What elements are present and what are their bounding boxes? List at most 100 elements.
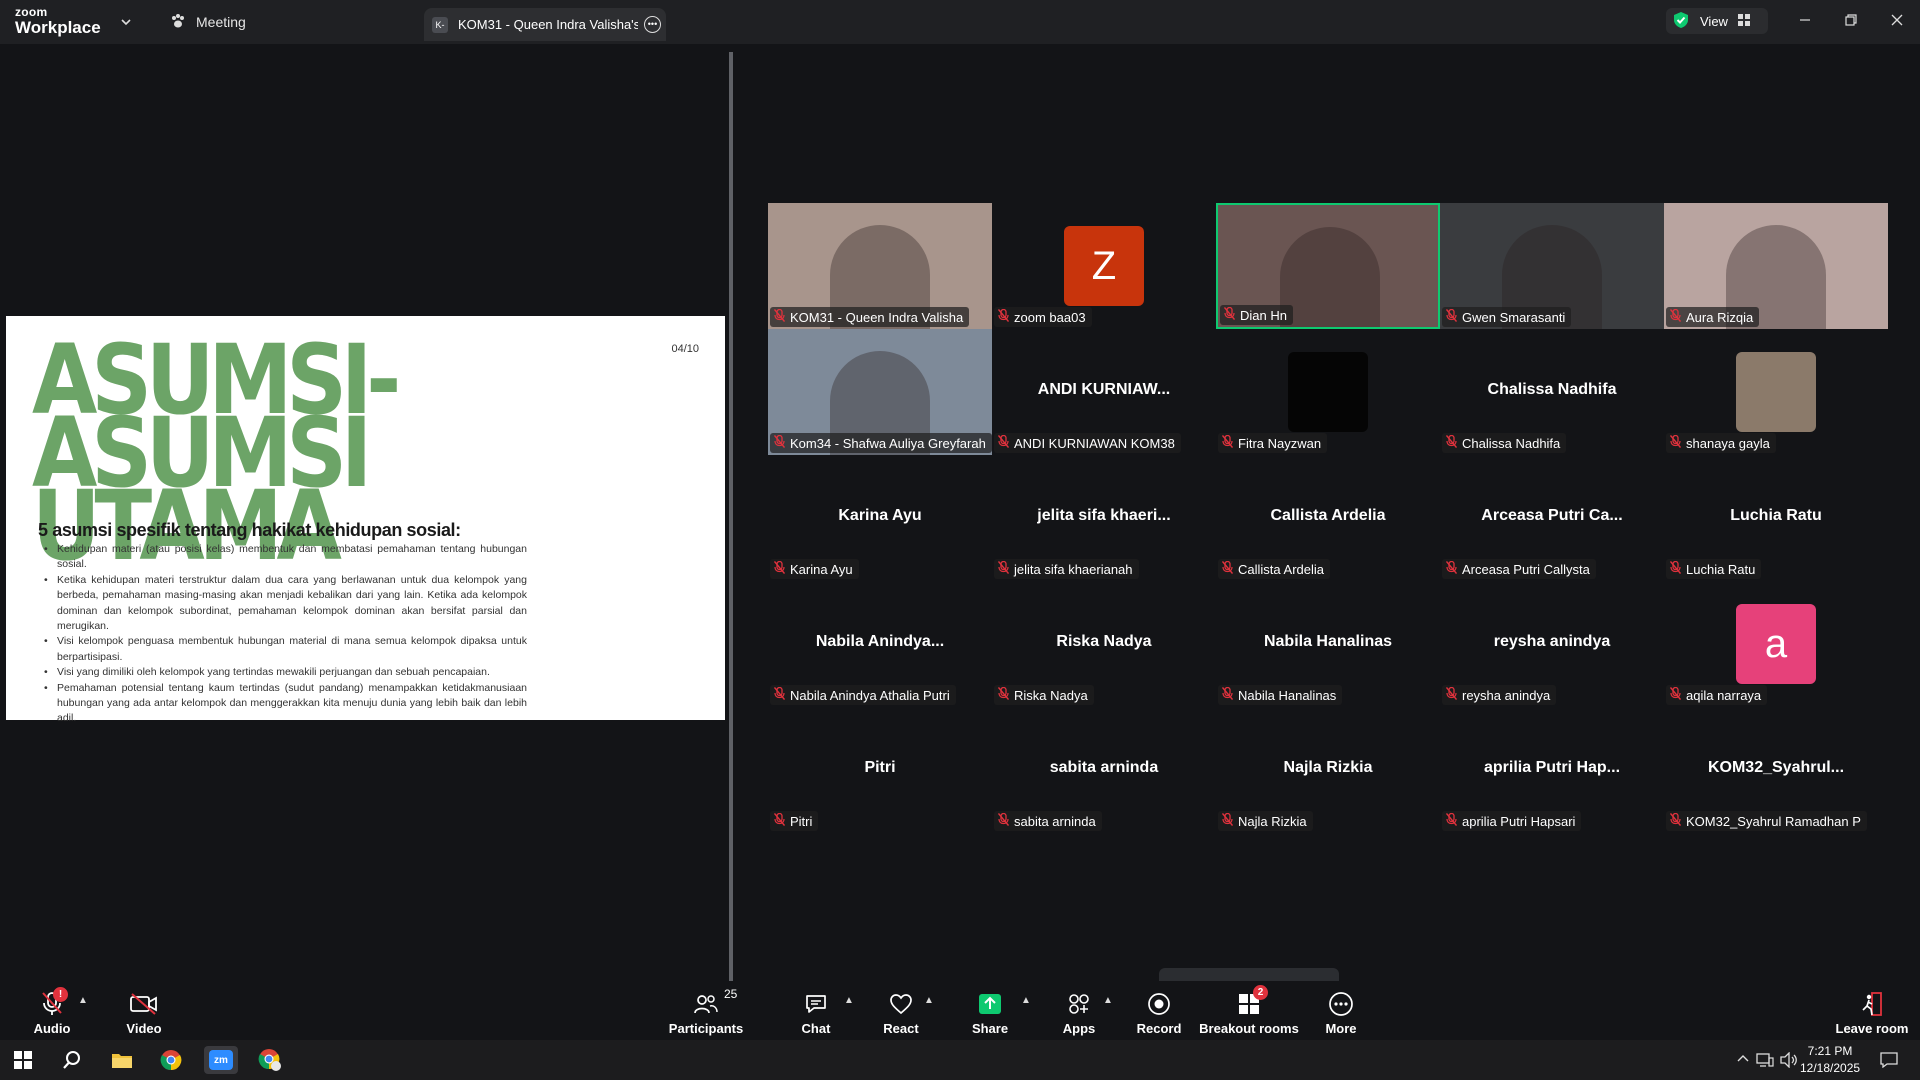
microphone-muted-icon: [997, 812, 1010, 829]
participant-name-label: ANDI KURNIAWAN KOM38: [994, 433, 1181, 453]
react-caret-icon[interactable]: ▲: [924, 995, 934, 1006]
participant-name: aprilia Putri Hapsari: [1462, 813, 1576, 829]
leave-room-button[interactable]: Leave room: [1836, 989, 1909, 1039]
participant-tile[interactable]: reysha anindya reysha anindya: [1440, 581, 1664, 707]
chrome-profile-icon[interactable]: [253, 1046, 287, 1074]
participant-display-name: reysha anindya: [1493, 633, 1611, 650]
close-icon[interactable]: [1885, 10, 1909, 30]
microphone-muted-icon: [1669, 560, 1682, 577]
participant-name: ANDI KURNIAWAN KOM38: [1014, 435, 1175, 451]
tab-screen-share[interactable]: K- KOM31 - Queen Indra Valisha's sc •••: [424, 8, 666, 41]
microphone-muted-icon: [1445, 812, 1458, 829]
chrome-icon[interactable]: [154, 1046, 188, 1074]
participant-tile[interactable]: Najla Rizkia Najla Rizkia: [1216, 707, 1440, 833]
record-button[interactable]: Record: [1137, 989, 1181, 1039]
system-clock[interactable]: 7:21 PM 12/18/2025: [1800, 1043, 1860, 1077]
audio-warning-badge: !: [53, 987, 68, 1002]
participant-name: reysha anindya: [1462, 687, 1551, 703]
microphone-muted-icon: [997, 560, 1010, 577]
windows-start-icon[interactable]: [6, 1046, 40, 1074]
participant-display-name: sabita arninda: [1049, 759, 1159, 776]
participants-button[interactable]: 25 Participants: [669, 987, 743, 1039]
participant-tile[interactable]: aprilia Putri Hap... aprilia Putri Hapsar…: [1440, 707, 1664, 833]
more-options-icon[interactable]: •••: [644, 16, 661, 33]
file-explorer-icon[interactable]: [105, 1046, 139, 1074]
participant-display-name: Arceasa Putri Ca...: [1481, 507, 1623, 524]
participant-tile[interactable]: Pitri Pitri: [768, 707, 992, 833]
participant-name: Najla Rizkia: [1238, 813, 1307, 829]
participant-display-name: KOM32_Syahrul...: [1707, 759, 1845, 776]
participant-name-label: Pitri: [770, 811, 819, 831]
breakout-rooms-badge: 2: [1253, 985, 1268, 1000]
participant-name-label: Najla Rizkia: [1218, 811, 1313, 831]
participant-name: KOM31 - Queen Indra Valisha: [790, 309, 964, 325]
participants-count: 25: [724, 987, 738, 1001]
participant-tile[interactable]: Chalissa Nadhifa Chalissa Nadhifa: [1440, 329, 1664, 455]
participant-tile[interactable]: Callista Ardelia Callista Ardelia: [1216, 455, 1440, 581]
slide-bullet-list: Kehidupan materi (atau posisi kelas) mem…: [43, 542, 527, 727]
participant-tile[interactable]: ANDI KURNIAW... ANDI KURNIAWAN KOM38: [992, 329, 1216, 455]
audio-caret-icon[interactable]: ▲: [78, 995, 88, 1006]
slide-bullet: Ketika kehidupan materi terstruktur dala…: [43, 573, 527, 635]
react-button[interactable]: React: [883, 989, 919, 1039]
participant-display-name: jelita sifa khaeri...: [1037, 507, 1171, 524]
participant-tile[interactable]: KOM32_Syahrul... KOM32_Syahrul Ramadhan P: [1664, 707, 1888, 833]
participant-tile[interactable]: Luchia Ratu Luchia Ratu: [1664, 455, 1888, 581]
participant-name-label: Fitra Nayzwan: [1218, 433, 1328, 453]
participant-name: Fitra Nayzwan: [1238, 435, 1322, 451]
breakout-rooms-button[interactable]: 2 Breakout rooms: [1199, 985, 1299, 1039]
share-label: Share: [971, 1021, 1009, 1036]
microphone-muted-icon: [1669, 812, 1682, 829]
view-button[interactable]: View: [1666, 8, 1768, 34]
share-caret-icon[interactable]: ▲: [1021, 995, 1031, 1006]
participant-name-label: aprilia Putri Hapsari: [1442, 811, 1582, 831]
share-tab-icon: K-: [432, 16, 448, 33]
participant-tile[interactable]: jelita sifa khaeri... jelita sifa khaeria…: [992, 455, 1216, 581]
zoom-taskbar-label: zm: [209, 1050, 233, 1070]
microphone-muted-icon: [1445, 434, 1458, 451]
participant-tile[interactable]: KOM31 - Queen Indra Valisha: [768, 203, 992, 329]
tab-meeting[interactable]: Meeting: [170, 8, 246, 36]
volume-icon[interactable]: [1780, 1051, 1798, 1073]
zoom-workplace-logo[interactable]: zoom Workplace: [15, 6, 101, 36]
participant-tile[interactable]: Karina Ayu Karina Ayu: [768, 455, 992, 581]
participant-tile[interactable]: a aqila narraya: [1664, 581, 1888, 707]
participant-tile[interactable]: Zzoom baa03: [992, 203, 1216, 329]
apps-caret-icon[interactable]: ▲: [1103, 995, 1113, 1006]
participant-tile[interactable]: Arceasa Putri Ca... Arceasa Putri Callyst…: [1440, 455, 1664, 581]
network-icon[interactable]: [1756, 1052, 1774, 1073]
chevron-down-icon[interactable]: [120, 15, 132, 33]
restore-icon[interactable]: [1839, 10, 1863, 30]
audio-button[interactable]: ! Audio: [34, 987, 70, 1039]
more-button[interactable]: More: [1325, 989, 1357, 1039]
microphone-muted-icon: [1221, 560, 1234, 577]
apps-button[interactable]: Apps: [1063, 989, 1095, 1039]
microphone-muted-icon: [1221, 686, 1234, 703]
participant-tile[interactable]: Nabila Anindya... Nabila Anindya Athalia …: [768, 581, 992, 707]
video-off-icon: [129, 989, 159, 1019]
chat-button[interactable]: Chat: [800, 989, 832, 1039]
notifications-icon[interactable]: [1880, 1052, 1898, 1073]
participant-tile[interactable]: Fitra Nayzwan: [1216, 329, 1440, 455]
participant-tile[interactable]: Riska Nadya Riska Nadya: [992, 581, 1216, 707]
split-divider[interactable]: [729, 52, 733, 982]
chat-caret-icon[interactable]: ▲: [844, 995, 854, 1006]
chevron-up-icon[interactable]: [1736, 1052, 1750, 1071]
participant-tile[interactable]: Gwen Smarasanti: [1440, 203, 1664, 329]
video-button[interactable]: Video: [126, 989, 162, 1039]
meeting-paw-icon: [170, 13, 186, 32]
participant-tile[interactable]: Kom34 - Shafwa Auliya Greyfarah: [768, 329, 992, 455]
microphone-muted-icon: [997, 308, 1010, 325]
microphone-muted-icon: [1445, 308, 1458, 325]
search-icon[interactable]: [55, 1046, 89, 1074]
participant-tile[interactable]: sabita arninda sabita arninda: [992, 707, 1216, 833]
participant-name: Nabila Anindya Athalia Putri: [790, 687, 950, 703]
participant-tile[interactable]: Dian Hn: [1216, 203, 1440, 329]
participant-tile[interactable]: shanaya gayla: [1664, 329, 1888, 455]
minimize-icon[interactable]: [1793, 10, 1817, 30]
participant-tile[interactable]: Aura Rizqia: [1664, 203, 1888, 329]
zoom-taskbar-icon[interactable]: zm: [204, 1046, 238, 1074]
participant-tile[interactable]: Nabila Hanalinas Nabila Hanalinas: [1216, 581, 1440, 707]
participant-name: Kom34 - Shafwa Auliya Greyfarah: [790, 435, 986, 451]
share-button[interactable]: Share: [971, 989, 1009, 1039]
